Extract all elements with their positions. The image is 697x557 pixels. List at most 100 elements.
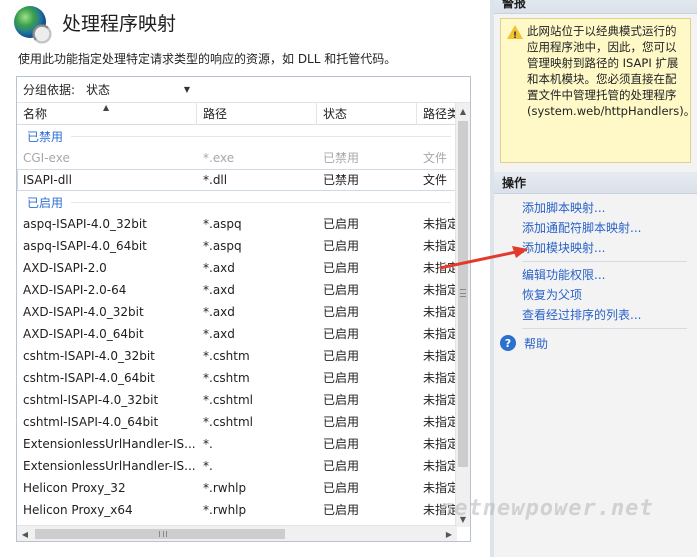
- horizontal-scrollbar[interactable]: ◀ ▶: [17, 525, 457, 541]
- table-row[interactable]: cshtml-ISAPI-4.0_32bit *.cshtml 已启用 未指定: [17, 389, 457, 411]
- table-row[interactable]: AXD-ISAPI-2.0 *.axd 已启用 未指定: [17, 257, 457, 279]
- table-row[interactable]: AXD-ISAPI-4.0_64bit *.axd 已启用 未指定: [17, 323, 457, 345]
- cell-path: *.exe: [203, 151, 235, 165]
- cell-path-type: 未指定: [423, 415, 457, 429]
- group-header[interactable]: 已启用: [17, 191, 457, 213]
- cell-path: *.rwhlp: [203, 481, 247, 495]
- cell-status: 已启用: [323, 437, 360, 451]
- cell-path: *.: [203, 437, 213, 451]
- group-header-label: 已禁用: [27, 129, 64, 144]
- help-link[interactable]: ? 帮助: [494, 332, 697, 354]
- watermark: netnewpower.net: [440, 496, 654, 521]
- page-title: 处理程序映射: [62, 12, 177, 35]
- cell-path-type: 未指定: [423, 283, 457, 297]
- column-status[interactable]: 状态: [317, 103, 417, 125]
- cell-path-type: 未指定: [423, 393, 457, 407]
- table-row[interactable]: aspq-ISAPI-4.0_64bit *.aspq 已启用 未指定: [17, 235, 457, 257]
- column-path-type[interactable]: 路径类: [417, 103, 457, 125]
- group-header[interactable]: 已禁用: [17, 125, 457, 147]
- cell-name: ExtensionlessUrlHandler-IS...: [23, 459, 196, 473]
- alert-message: 此网站位于以经典模式运行的应用程序池中，因此，您可以管理映射到路径的 ISAPI…: [527, 24, 696, 118]
- main-pane: 处理程序映射 使用此功能指定处理特定请求类型的响应的资源，如 DLL 和托管代码…: [0, 0, 490, 557]
- groupby-bar: 分组依据: 状态 ▼: [17, 77, 470, 103]
- cell-status: 已启用: [323, 217, 360, 231]
- cell-status: 已启用: [323, 481, 360, 495]
- cell-status: 已启用: [323, 283, 360, 297]
- vertical-scroll-thumb[interactable]: [458, 121, 468, 467]
- cell-name: Helicon Proxy_32: [23, 481, 126, 495]
- add-wildcard-script-map-link[interactable]: 添加通配符脚本映射...: [494, 218, 697, 238]
- divider: [522, 328, 687, 329]
- column-name[interactable]: ▲ 名称: [17, 103, 197, 125]
- cell-status: 已禁用: [323, 151, 360, 165]
- cell-status: 已启用: [323, 261, 360, 275]
- edit-feature-permissions-link[interactable]: 编辑功能权限...: [494, 265, 697, 285]
- actions-heading: 操作: [494, 172, 697, 194]
- alerts-heading: 警报: [494, 0, 697, 14]
- cell-status: 已启用: [323, 503, 360, 517]
- cell-path-type: 未指定: [423, 327, 457, 341]
- rows-container: 已禁用 CGI-exe *.exe 已禁用 文件 ISAPI-dll *.dll 已禁用 文件已…: [17, 125, 457, 523]
- cell-status: 已启用: [323, 459, 360, 473]
- table-row[interactable]: aspq-ISAPI-4.0_32bit *.aspq 已启用 未指定: [17, 213, 457, 235]
- cell-status: 已启用: [323, 349, 360, 363]
- group-header-label: 已启用: [27, 195, 64, 210]
- cell-name: Helicon Proxy_x64: [23, 503, 133, 517]
- vertical-scrollbar[interactable]: ▲ ▼: [455, 103, 470, 527]
- cell-path: *.axd: [203, 283, 235, 297]
- scroll-up-icon[interactable]: ▲: [456, 103, 470, 119]
- table-row[interactable]: AXD-ISAPI-4.0_32bit *.axd 已启用 未指定: [17, 301, 457, 323]
- cell-path: *.cshtm: [203, 349, 250, 363]
- cell-name: AXD-ISAPI-2.0: [23, 261, 107, 275]
- add-module-map-link[interactable]: 添加模块映射...: [494, 238, 697, 258]
- globe-icon: [14, 6, 46, 38]
- chevron-down-icon: ▼: [183, 85, 191, 94]
- cell-path: *.aspq: [203, 239, 242, 253]
- cell-name: aspq-ISAPI-4.0_64bit: [23, 239, 147, 253]
- cell-path: *.: [203, 459, 213, 473]
- cell-path-type: 文件: [423, 151, 448, 165]
- cell-status: 已启用: [323, 371, 360, 385]
- cell-name: cshtml-ISAPI-4.0_32bit: [23, 393, 159, 407]
- scroll-left-icon[interactable]: ◀: [17, 526, 33, 541]
- table-row[interactable]: cshtml-ISAPI-4.0_64bit *.cshtml 已启用 未指定: [17, 411, 457, 433]
- column-path[interactable]: 路径: [197, 103, 317, 125]
- cell-path: *.aspq: [203, 217, 242, 231]
- column-path-label: 路径: [203, 107, 228, 121]
- cell-path: *.dll: [203, 173, 228, 187]
- cell-path-type: 未指定: [423, 371, 457, 385]
- scroll-right-icon[interactable]: ▶: [441, 526, 457, 541]
- cell-name: AXD-ISAPI-4.0_64bit: [23, 327, 144, 341]
- cell-status: 已启用: [323, 415, 360, 429]
- grip-icon: [159, 531, 167, 537]
- groupby-value: 状态: [86, 83, 111, 97]
- view-ordered-list-link[interactable]: 查看经过排序的列表...: [494, 305, 697, 325]
- horizontal-scroll-thumb[interactable]: [35, 529, 285, 539]
- table-row[interactable]: CGI-exe *.exe 已禁用 文件: [17, 147, 457, 169]
- table-row[interactable]: AXD-ISAPI-2.0-64 *.axd 已启用 未指定: [17, 279, 457, 301]
- cell-path: *.axd: [203, 327, 235, 341]
- cell-path-type: 未指定: [423, 239, 457, 253]
- cell-path-type: 未指定: [423, 217, 457, 231]
- table-row[interactable]: cshtm-ISAPI-4.0_32bit *.cshtm 已启用 未指定: [17, 345, 457, 367]
- table-row[interactable]: cshtm-ISAPI-4.0_64bit *.cshtm 已启用 未指定: [17, 367, 457, 389]
- actions-list: 添加脚本映射... 添加通配符脚本映射... 添加模块映射... 编辑功能权限.…: [494, 198, 697, 354]
- cell-path: *.cshtm: [203, 371, 250, 385]
- cell-name: AXD-ISAPI-2.0-64: [23, 283, 127, 297]
- groupby-select[interactable]: 状态 ▼: [81, 80, 195, 100]
- cell-path: *.axd: [203, 305, 235, 319]
- cell-path-type: 文件: [423, 173, 448, 187]
- cell-name: CGI-exe: [23, 151, 70, 165]
- add-script-map-link[interactable]: 添加脚本映射...: [494, 198, 697, 218]
- cell-name: cshtm-ISAPI-4.0_32bit: [23, 349, 155, 363]
- revert-to-parent-link[interactable]: 恢复为父项: [494, 285, 697, 305]
- table-row[interactable]: ExtensionlessUrlHandler-IS... *. 已启用 未指定: [17, 455, 457, 477]
- table-row[interactable]: ISAPI-dll *.dll 已禁用 文件: [17, 169, 457, 191]
- cell-status: 已启用: [323, 393, 360, 407]
- table-row[interactable]: Helicon Proxy_x64 *.rwhlp 已启用 未指定: [17, 499, 457, 521]
- table-row[interactable]: Helicon Proxy_32 *.rwhlp 已启用 未指定: [17, 477, 457, 499]
- grip-icon: [460, 289, 466, 297]
- group-divider: [71, 201, 451, 203]
- table-row[interactable]: ExtensionlessUrlHandler-IS... *. 已启用 未指定: [17, 433, 457, 455]
- groupby-label: 分组依据:: [23, 83, 76, 97]
